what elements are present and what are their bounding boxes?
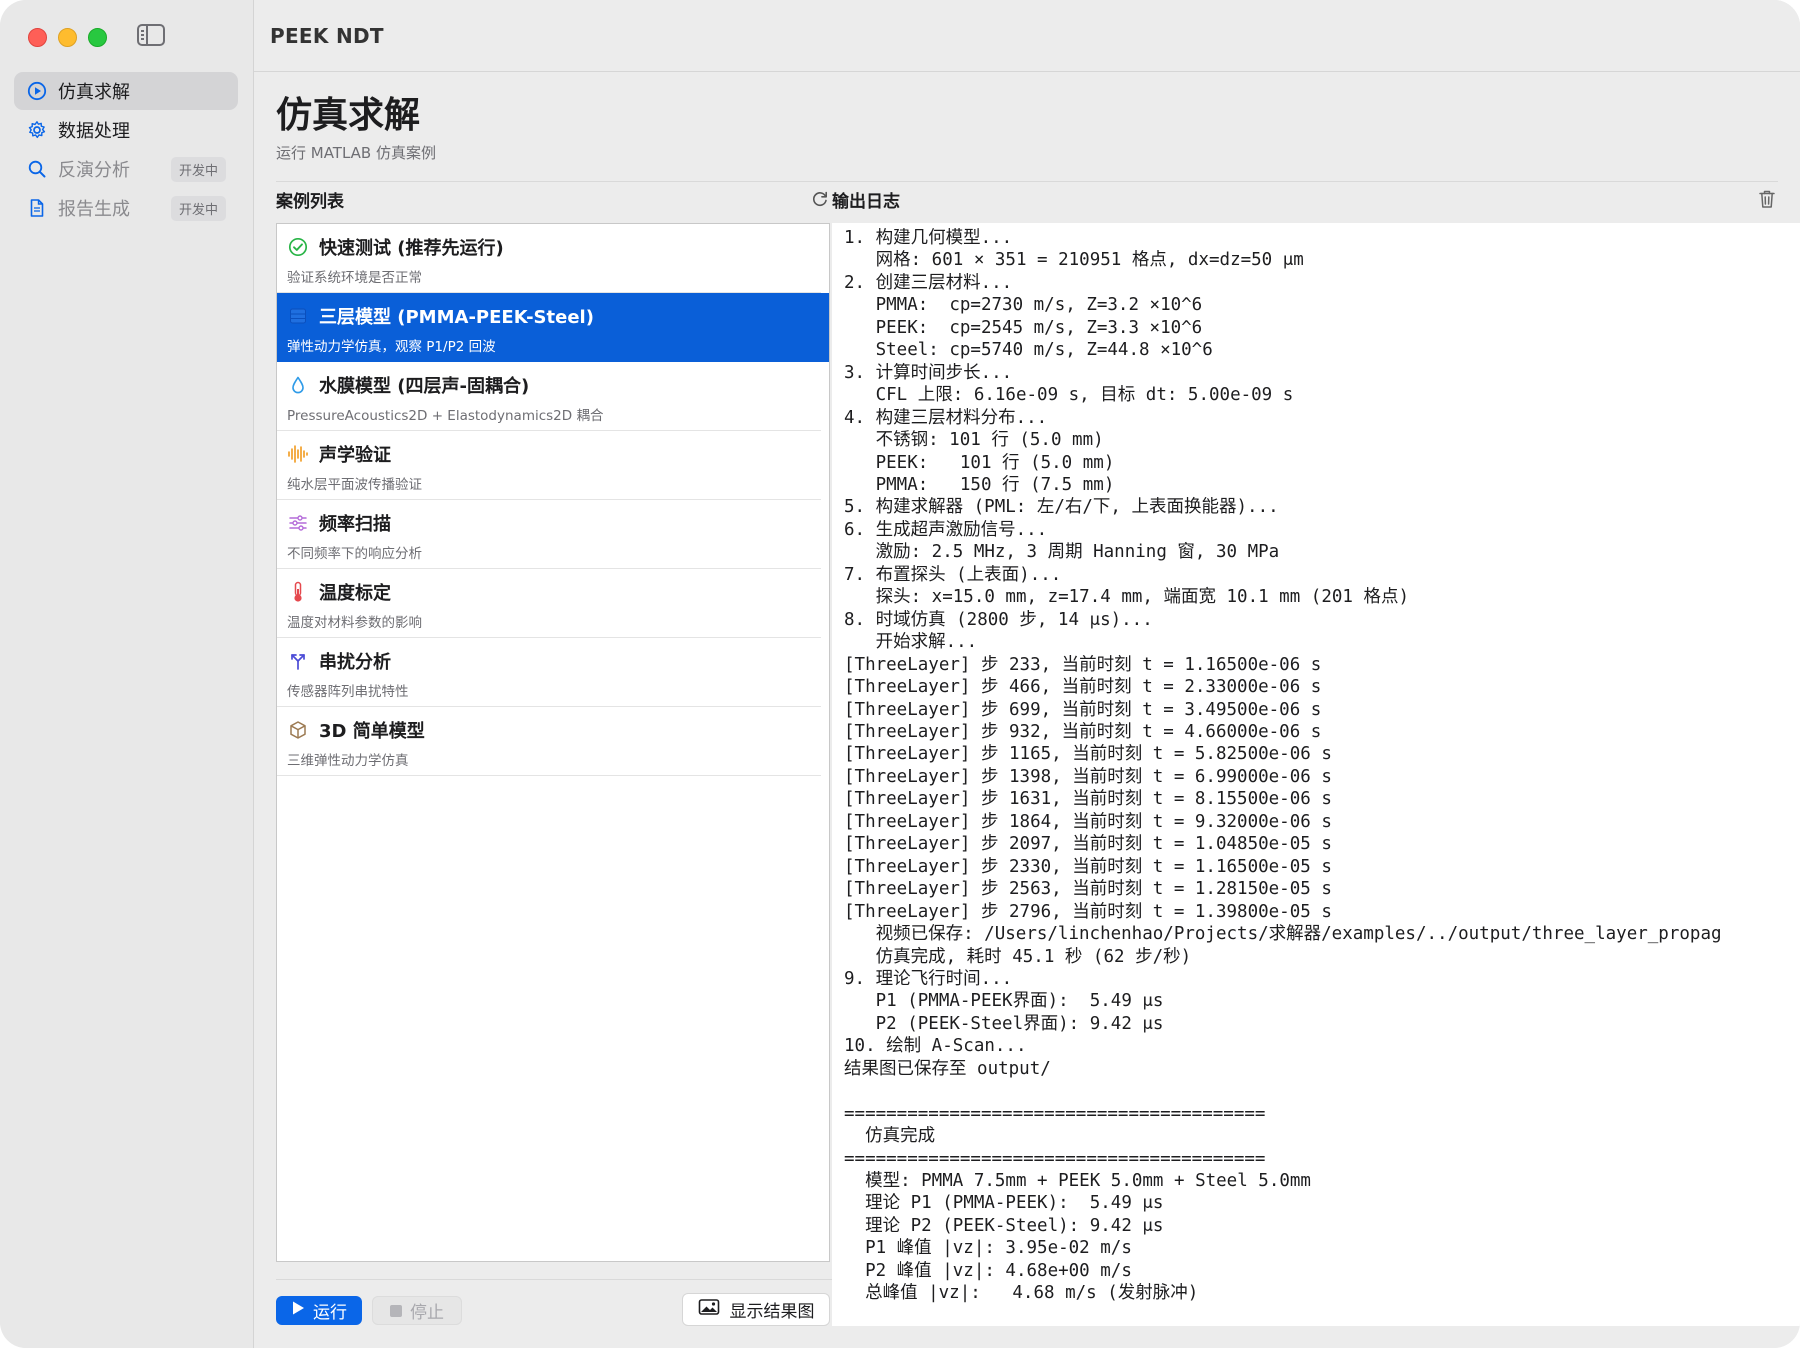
output-log-panel[interactable]: 1. 构建几何模型... 网格: 601 × 351 = 210951 格点, … [832,223,1800,1326]
page-subtitle: 运行 MATLAB 仿真案例 [276,144,436,162]
log-title: 输出日志 [832,191,900,212]
sidebar-item-label: 仿真求解 [58,82,130,103]
case-title: 水膜模型 (四层声-固耦合) [319,376,530,397]
app-window: 仿真求解 数据处理 反演分析 开发中 报告生成 开发中 PEEK NDT 仿真求… [0,0,1800,1348]
app-title: PEEK NDT [270,23,384,48]
cube-icon [287,719,309,741]
list-item[interactable]: 3D 简单模型 三维弹性动力学仿真 [277,707,821,776]
sidebar: 仿真求解 数据处理 反演分析 开发中 报告生成 开发中 [0,0,254,1348]
output-log-text: 1. 构建几何模型... 网格: 601 × 351 = 210951 格点, … [844,228,1722,1304]
log-header: 输出日志 [832,184,1778,214]
case-description: 弹性动力学仿真，观察 P1/P2 回波 [287,339,496,355]
list-item[interactable]: 频率扫描 不同频率下的响应分析 [277,500,821,569]
play-icon [291,1300,305,1321]
case-title: 三层模型 (PMMA-PEEK-Steel) [319,307,594,328]
list-item[interactable]: 温度标定 温度对材料参数的影响 [277,569,821,638]
page-header: 仿真求解 运行 MATLAB 仿真案例 [276,92,436,163]
title-bar: PEEK NDT [254,0,1800,72]
minimize-window-button[interactable] [58,28,77,47]
case-title: 快速测试 (推荐先运行) [319,238,504,259]
main-content: PEEK NDT 仿真求解 运行 MATLAB 仿真案例 案例列表 快速测试 (… [254,0,1800,1348]
case-title: 3D 简单模型 [319,721,425,742]
sidebar-item-simulation[interactable]: 仿真求解 [14,72,238,110]
refresh-icon[interactable] [810,189,830,209]
case-description: 纯水层平面波传播验证 [287,477,422,493]
waveform-icon [287,443,309,465]
sidebar-item-label: 反演分析 [58,160,130,181]
list-item[interactable]: 声学验证 纯水层平面波传播验证 [277,431,821,500]
case-description: 不同频率下的响应分析 [287,546,422,562]
list-item[interactable]: 串扰分析 传感器阵列串扰特性 [277,638,821,707]
document-icon [26,197,48,219]
sidebar-item-data-processing[interactable]: 数据处理 [14,111,238,149]
checkmark-circle-icon [287,236,309,258]
sidebar-item-report[interactable]: 报告生成 开发中 [14,189,238,227]
case-description: 传感器阵列串扰特性 [287,684,409,700]
status-badge: 开发中 [170,156,226,182]
case-title: 温度标定 [319,583,391,604]
stop-button[interactable]: 停止 [372,1296,462,1325]
search-icon [26,158,48,180]
layers-icon [287,305,309,327]
window-controls [28,28,107,47]
zoom-window-button[interactable] [88,28,107,47]
run-button[interactable]: 运行 [276,1296,362,1325]
page-title: 仿真求解 [276,95,421,136]
case-description: 温度对材料参数的影响 [287,615,422,631]
run-button-label: 运行 [313,1303,347,1323]
sidebar-item-label: 报告生成 [58,199,130,220]
list-item[interactable]: 快速测试 (推荐先运行) 验证系统环境是否正常 [277,224,821,293]
sidebar-item-inversion[interactable]: 反演分析 开发中 [14,150,238,188]
case-title: 串扰分析 [319,652,391,673]
case-list-header: 案例列表 [276,184,830,214]
photo-icon [698,1298,720,1321]
gear-icon [26,119,48,141]
sidebar-nav: 仿真求解 数据处理 反演分析 开发中 报告生成 开发中 [14,72,238,228]
case-list-title: 案例列表 [276,191,344,212]
status-badge: 开发中 [170,195,226,221]
sliders-icon [287,512,309,534]
case-description: 验证系统环境是否正常 [287,270,422,286]
case-list: 快速测试 (推荐先运行) 验证系统环境是否正常 三层模型 (PMMA-PEEK-… [276,223,830,1262]
case-title: 频率扫描 [319,514,391,535]
thermometer-icon [287,581,309,603]
stop-icon [390,1304,402,1317]
list-item[interactable]: 水膜模型 (四层声-固耦合) PressureAcoustics2D + Ela… [277,362,821,431]
water-drop-icon [287,374,309,396]
sidebar-toggle-icon[interactable] [137,24,165,46]
case-description: 三维弹性动力学仿真 [287,753,409,769]
show-result-button-label: 显示结果图 [729,1302,815,1322]
sidebar-item-label: 数据处理 [58,121,130,142]
list-item[interactable]: 三层模型 (PMMA-PEEK-Steel) 弹性动力学仿真，观察 P1/P2 … [277,293,829,362]
trash-icon[interactable] [1756,188,1778,210]
show-result-button[interactable]: 显示结果图 [682,1293,830,1326]
split-arrows-icon [287,650,309,672]
close-window-button[interactable] [28,28,47,47]
header-divider [276,181,1778,182]
play-circle-icon [26,80,48,102]
case-title: 声学验证 [319,445,391,466]
stop-button-label: 停止 [410,1303,444,1323]
case-description: PressureAcoustics2D + Elastodynamics2D 耦… [287,408,604,424]
